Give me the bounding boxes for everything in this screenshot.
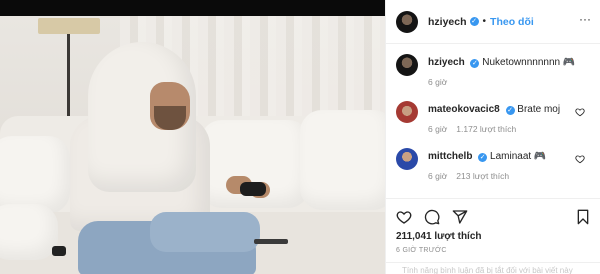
cushion-left bbox=[0, 136, 70, 214]
action-icons bbox=[396, 207, 591, 227]
avatar-mateokovacic8[interactable] bbox=[396, 101, 418, 123]
post-timestamp[interactable]: 6 GIỜ TRƯỚC bbox=[396, 247, 591, 254]
cushion-front bbox=[0, 204, 58, 260]
comment-text: Laminaat 🎮 bbox=[490, 151, 547, 162]
avatar-mittchelb[interactable] bbox=[396, 148, 418, 170]
comment-body: mittchelb ✓ Laminaat 🎮 6 giờ 213 lượt th… bbox=[428, 150, 546, 193]
more-options-icon[interactable]: ··· bbox=[579, 12, 591, 26]
verified-badge-icon: ✓ bbox=[470, 59, 480, 68]
comment-username[interactable]: mateokovacic8 bbox=[428, 104, 500, 115]
comments-list[interactable]: hziyech ✓ Nuketownnnnnnn 🎮 6 giờ mateoko… bbox=[386, 52, 600, 198]
post-side-panel: hziyech ✓ • Theo dõi ··· hziyech ✓ Nuket… bbox=[385, 0, 600, 274]
caption-meta: 6 giờ bbox=[428, 76, 575, 89]
comment-item: mateokovacic8 ✓ Brate moj 6 giờ 1.172 lư… bbox=[386, 99, 600, 146]
cushion-right bbox=[300, 110, 385, 210]
comments-disabled-text: Tính năng bình luận đã bị tắt đối với bà… bbox=[402, 266, 573, 274]
avatar-caption-hziyech[interactable] bbox=[396, 54, 418, 76]
share-icon[interactable] bbox=[452, 209, 468, 225]
bookmark-icon[interactable] bbox=[575, 209, 591, 225]
game-controller bbox=[240, 182, 266, 196]
verified-badge-icon: ✓ bbox=[478, 153, 488, 162]
caption-username[interactable]: hziyech bbox=[428, 57, 465, 68]
avatar-hziyech[interactable] bbox=[396, 10, 418, 33]
header-username[interactable]: hziyech bbox=[428, 16, 467, 28]
shoe bbox=[52, 246, 66, 256]
post-actions: 211,041 lượt thích 6 GIỜ TRƯỚC bbox=[386, 198, 600, 254]
comment-like-heart-icon[interactable] bbox=[575, 107, 585, 117]
header-separator: • bbox=[482, 16, 487, 27]
comment-meta: 6 giờ 1.172 lượt thích bbox=[428, 123, 560, 136]
lamp-shade bbox=[38, 18, 100, 34]
comment-username[interactable]: mittchelb bbox=[428, 151, 472, 162]
instagram-post: hziyech ✓ • Theo dõi ··· hziyech ✓ Nuket… bbox=[0, 0, 600, 274]
photo-top-edge bbox=[0, 0, 385, 16]
comment-item: mittchelb ✓ Laminaat 🎮 6 giờ 213 lượt th… bbox=[386, 146, 600, 193]
comment-body: mateokovacic8 ✓ Brate moj 6 giờ 1.172 lư… bbox=[428, 103, 560, 146]
caption-body: hziyech ✓ Nuketownnnnnnn 🎮 6 giờ bbox=[428, 56, 575, 99]
follow-button[interactable]: Theo dõi bbox=[490, 16, 534, 28]
comment-box: Tính năng bình luận đã bị tắt đối với bà… bbox=[386, 262, 600, 274]
caption-time[interactable]: 6 giờ bbox=[428, 76, 447, 89]
comment-text: Brate moj bbox=[517, 104, 561, 115]
tv-remote bbox=[254, 239, 288, 244]
comment-likes[interactable]: 213 lượt thích bbox=[456, 170, 509, 183]
comment-icon[interactable] bbox=[424, 209, 440, 225]
verified-badge-icon: ✓ bbox=[469, 17, 479, 26]
jeans-knee bbox=[150, 212, 260, 252]
likes-count[interactable]: 211,041 lượt thích bbox=[396, 231, 591, 242]
person-beard bbox=[154, 106, 186, 130]
comment-time[interactable]: 6 giờ bbox=[428, 123, 447, 136]
verified-badge-icon: ✓ bbox=[505, 106, 515, 115]
caption-text: Nuketownnnnnnn 🎮 bbox=[482, 57, 576, 68]
caption-item: hziyech ✓ Nuketownnnnnnn 🎮 6 giờ bbox=[386, 52, 600, 99]
post-photo[interactable] bbox=[0, 0, 385, 274]
comment-like-heart-icon[interactable] bbox=[575, 154, 585, 164]
comment-meta: 6 giờ 213 lượt thích bbox=[428, 170, 546, 183]
post-header: hziyech ✓ • Theo dõi ··· bbox=[386, 0, 600, 44]
photo-scene bbox=[0, 16, 385, 274]
comment-likes[interactable]: 1.172 lượt thích bbox=[456, 123, 516, 136]
heart-icon[interactable] bbox=[396, 209, 412, 225]
comment-time[interactable]: 6 giờ bbox=[428, 170, 447, 183]
